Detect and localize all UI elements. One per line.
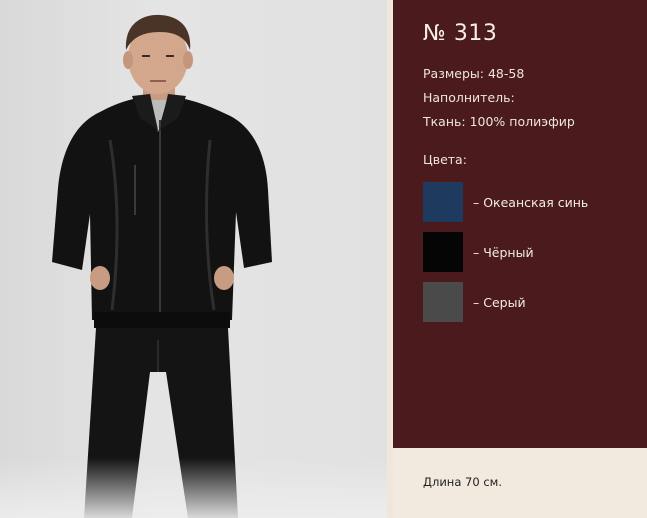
length-text: Длина 70 см. [423, 475, 502, 489]
color-swatch [423, 282, 463, 322]
color-label: – Океанская синь [473, 194, 589, 210]
color-option-grey: – Серый [423, 282, 526, 322]
color-option-black: – Чёрный [423, 232, 534, 272]
color-label: – Серый [473, 294, 526, 310]
color-label: – Чёрный [473, 244, 534, 260]
product-photo [0, 0, 387, 518]
length-footer: Длина 70 см. [393, 448, 647, 518]
floor-reflection [0, 458, 387, 518]
fabric-text: Ткань: 100% полиэфир [423, 114, 575, 129]
model-in-jacket-illustration [52, 14, 272, 518]
color-swatch [423, 182, 463, 222]
colors-heading: Цвета: [423, 152, 467, 167]
product-info-panel: № 313 Размеры: 48-58 Наполнитель: Ткань:… [393, 0, 647, 448]
color-option-ocean-blue: – Океанская синь [423, 182, 588, 222]
sizes-text: Размеры: 48-58 [423, 66, 525, 81]
filling-text: Наполнитель: [423, 90, 515, 105]
color-swatch [423, 232, 463, 272]
product-number: № 313 [423, 21, 498, 46]
